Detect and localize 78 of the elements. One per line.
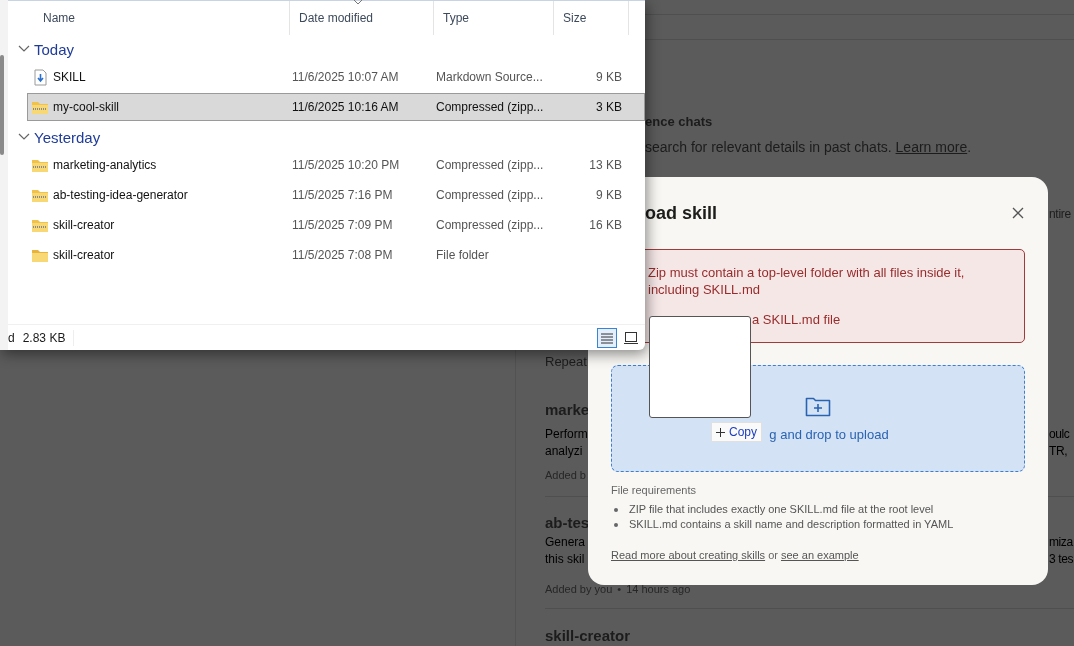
file-size: 9 KB [595, 188, 623, 202]
error-message: a SKILL.md file [751, 311, 842, 328]
group-label: Today [34, 40, 75, 58]
file-name: skill-creator [53, 248, 115, 262]
date-modified: 11/5/2025 7:08 PM [291, 248, 394, 262]
zip-folder-icon [31, 187, 49, 203]
zip-folder-icon [31, 157, 49, 173]
setting-title: ence chats [644, 113, 714, 131]
zip-folder-icon [31, 99, 49, 115]
date-modified: 11/5/2025 10:20 PM [291, 158, 401, 172]
read-more-link[interactable]: Read more about creating skills [611, 549, 766, 561]
skill-description: this skil [545, 551, 585, 568]
file-size: 16 KB [588, 218, 623, 232]
close-icon[interactable] [1011, 206, 1025, 220]
group-header[interactable]: Today [8, 35, 645, 63]
document-icon [31, 68, 49, 86]
skill-description: 3 tes [1049, 551, 1074, 568]
bullet-dot [614, 522, 618, 527]
bullet-dot [614, 507, 618, 512]
status-text: 2.83 KB [22, 330, 66, 345]
window-icon [624, 331, 638, 344]
group-header[interactable]: Yesterday [8, 123, 645, 151]
help-text: Read more about creating skills or see an example [611, 549, 860, 561]
group-label: Yesterday [34, 128, 101, 146]
file-name: skill-creator [53, 218, 115, 232]
scrollbar-thumb[interactable] [0, 55, 4, 155]
column-header[interactable]: Type [434, 1, 554, 35]
file-size: 9 KB [595, 70, 623, 84]
status-text: d [8, 330, 15, 345]
file-name: ab-testing-idea-generator [53, 188, 188, 202]
file-type: Compressed (zipp... [435, 188, 545, 202]
skill-description: oulc [1049, 426, 1071, 443]
requirement-item: ZIP file that includes exactly one SKILL.md file at the root level [629, 502, 934, 517]
file-row[interactable]: skill-creator 11/5/2025 7:09 PM Compressed (zipp... 16 KB [27, 211, 645, 239]
column-header[interactable]: Date modified [290, 1, 434, 35]
file-row[interactable]: my-cool-skill 11/6/2025 10:16 AM Compressed (zipp... 3 KB [27, 93, 645, 121]
skill-name: ab-tes [545, 513, 590, 533]
column-header[interactable]: Size [554, 1, 629, 35]
date-modified: 11/5/2025 7:09 PM [291, 218, 394, 232]
copy-label: Copy [729, 425, 757, 439]
file-type: File folder [435, 248, 490, 262]
date-modified: 11/6/2025 10:16 AM [291, 100, 400, 114]
skill-description: TR, [1049, 443, 1069, 460]
file-type: Compressed (zipp... [435, 158, 545, 172]
requirements-title: File requirements [611, 484, 697, 496]
file-size: 3 KB [595, 100, 623, 114]
skill-name: skill-creator [545, 626, 631, 646]
dialog-title: oad skill [644, 202, 718, 224]
error-message: Zip must contain a top-level folder with all files inside it, including SKILL.md [648, 264, 966, 298]
date-modified: 11/6/2025 10:07 AM [291, 70, 400, 84]
list-lines-icon [600, 331, 614, 344]
skill-description: analyzi [545, 443, 583, 460]
description-fragment: Repeat [545, 353, 587, 371]
file-name: marketing-analytics [53, 158, 157, 172]
file-row[interactable]: marketing-analytics 11/5/2025 10:20 PM Compressed (zipp... 13 KB [27, 151, 645, 179]
requirement-item: SKILL.md contains a skill name and description formatted in YAML [629, 517, 954, 532]
file-type: Compressed (zipp... [435, 218, 545, 232]
date-modified: 11/5/2025 7:16 PM [291, 188, 394, 202]
plus-icon [716, 427, 725, 437]
file-size: 13 KB [588, 158, 623, 172]
file-type: Compressed (zipp... [435, 100, 545, 114]
skill-description: miza [1049, 534, 1074, 551]
details-view-button[interactable] [597, 327, 617, 348]
zip-folder-icon [31, 217, 49, 233]
column-header[interactable]: Name [27, 1, 290, 35]
file-row[interactable]: SKILL 11/6/2025 10:07 AM Markdown Source... 9 KB [27, 63, 645, 91]
file-name: SKILL [53, 70, 86, 84]
folder-plus-icon [805, 395, 831, 417]
skill-description: Genera [545, 534, 586, 551]
file-type: Markdown Source... [435, 70, 544, 84]
file-row[interactable]: ab-testing-idea-generator 11/5/2025 7:16 PM Compressed (zipp... 9 KB [27, 181, 645, 209]
description-fragment: ntire [1049, 206, 1072, 223]
example-link[interactable]: see an example [781, 549, 859, 561]
skill-description: Perform [545, 426, 588, 443]
skill-name: marke [545, 400, 590, 420]
folder-icon [31, 247, 49, 263]
file-name: my-cool-skill [53, 100, 119, 114]
file-row[interactable]: skill-creator 11/5/2025 7:08 PM File folder [27, 241, 645, 269]
